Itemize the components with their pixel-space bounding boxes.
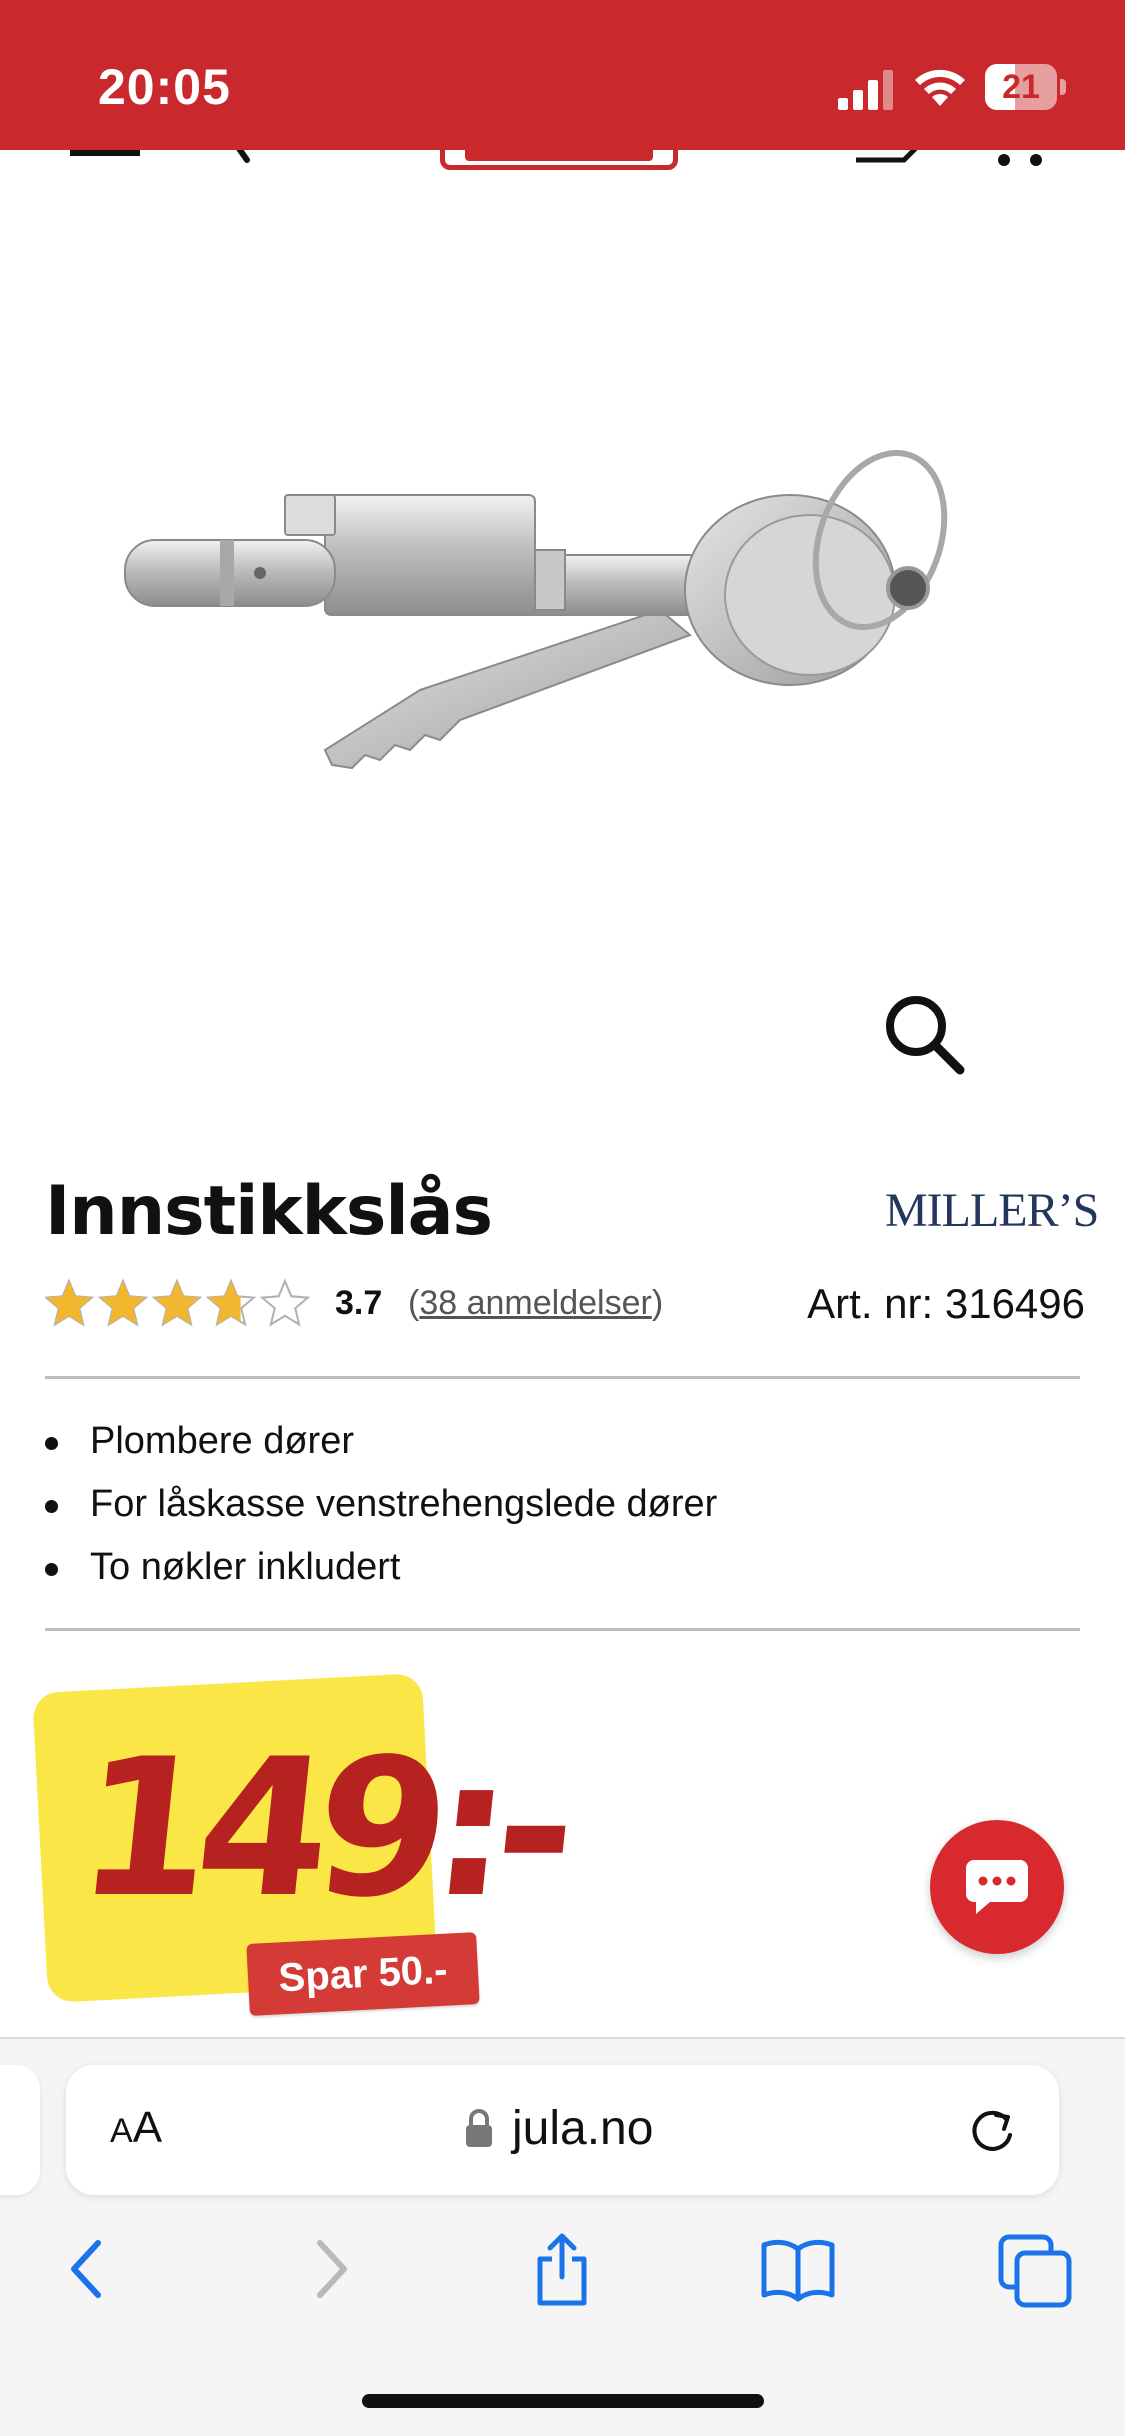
star-filled xyxy=(154,1281,200,1325)
star-outline xyxy=(259,1278,311,1327)
lock-icon xyxy=(466,2109,492,2147)
product-image[interactable] xyxy=(100,390,1000,880)
home-indicator xyxy=(362,2394,764,2408)
site-header xyxy=(0,110,1125,180)
product-title: Innstikkslås xyxy=(45,1172,493,1251)
divider xyxy=(45,1628,1080,1631)
cart-icon[interactable] xyxy=(990,150,1050,170)
star-rating[interactable] xyxy=(45,1278,315,1330)
reader-options-button[interactable]: AA xyxy=(110,2103,190,2157)
battery-icon: 21 xyxy=(985,64,1066,110)
star-filled xyxy=(46,1281,92,1325)
list-item: Plombere dører xyxy=(45,1410,1085,1473)
menu-icon[interactable] xyxy=(70,150,140,156)
chat-button[interactable] xyxy=(930,1820,1064,1954)
browser-toolbar: AA jula.no xyxy=(0,2037,1125,2436)
tabs-icon[interactable] xyxy=(995,2229,1075,2309)
chat-bubble-icon xyxy=(966,1860,1028,1914)
savings-badge: Spar 50.- xyxy=(246,1932,480,2016)
status-time: 20:05 xyxy=(98,59,231,115)
back-icon[interactable] xyxy=(48,2229,128,2309)
reload-icon[interactable] xyxy=(966,2105,1018,2157)
rating-value: 3.7 xyxy=(335,1284,383,1322)
url-text[interactable]: jula.no xyxy=(512,2101,653,2156)
reviews-link[interactable]: (38 anmeldelser) xyxy=(408,1284,663,1323)
article-number: Art. nr: 316496 xyxy=(807,1280,1085,1327)
forward-icon[interactable] xyxy=(290,2229,370,2309)
divider xyxy=(45,1376,1080,1379)
list-item: For låskasse venstrehengslede dører xyxy=(45,1473,1085,1536)
battery-level: 21 xyxy=(1002,68,1040,106)
feature-list: Plombere dører For låskasse venstrehengs… xyxy=(45,1410,1085,1599)
brand-logo[interactable]: MILLER’S xyxy=(885,1183,1099,1238)
wifi-icon xyxy=(915,69,965,106)
address-bar[interactable]: AA jula.no xyxy=(66,2065,1059,2195)
cellular-signal-icon xyxy=(838,70,893,110)
star-filled xyxy=(100,1281,146,1325)
list-item: To nøkler inkludert xyxy=(45,1536,1085,1599)
previous-tab-edge[interactable] xyxy=(0,2065,40,2195)
share-icon[interactable] xyxy=(522,2229,602,2309)
rating-row: 3.7 (38 anmeldelser) Art. nr: 316496 xyxy=(45,1272,1085,1338)
price: 149:- xyxy=(68,1718,574,1939)
zoom-icon[interactable] xyxy=(880,990,970,1080)
product-page: 20:05 21 Innstikkslås MILLER’S 3.7 (38 a… xyxy=(0,0,1125,2436)
bookmarks-icon[interactable] xyxy=(758,2229,838,2309)
status-bar: 20:05 21 xyxy=(0,0,1125,150)
